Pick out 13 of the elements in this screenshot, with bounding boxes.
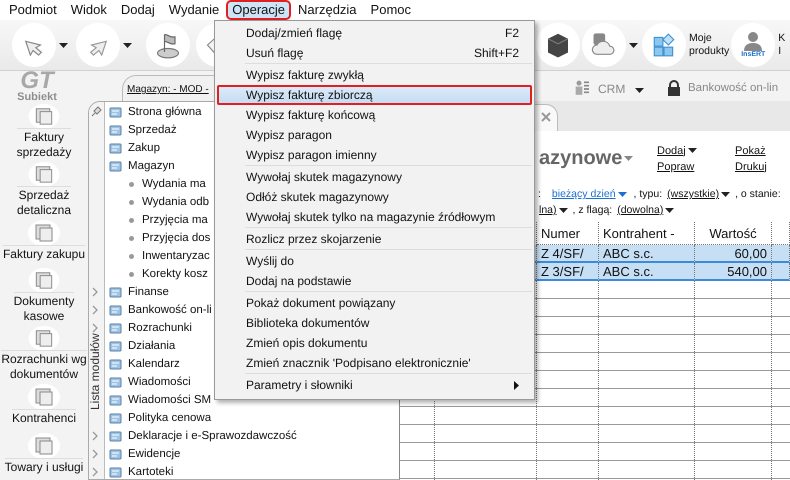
table-cell: ABC s.c.: [599, 263, 695, 281]
table-cell: Z 4/SF/: [537, 245, 599, 263]
filter-label: , typu:: [634, 188, 662, 200]
filter-label: , o stanie:: [735, 188, 781, 200]
logo-mark: GT: [20, 71, 54, 91]
table-cell: 60,00: [695, 245, 772, 263]
logo-name: Subiekt: [17, 91, 57, 103]
panel-title: Lista modułów: [89, 333, 102, 410]
filter-label: :: [538, 188, 541, 200]
table-cell: 540,00: [695, 263, 772, 281]
table-cell: Z 3/SF/: [537, 263, 599, 281]
table-cell: ABC s.c.: [599, 245, 695, 263]
filter-label: , z flagą:: [572, 204, 612, 216]
